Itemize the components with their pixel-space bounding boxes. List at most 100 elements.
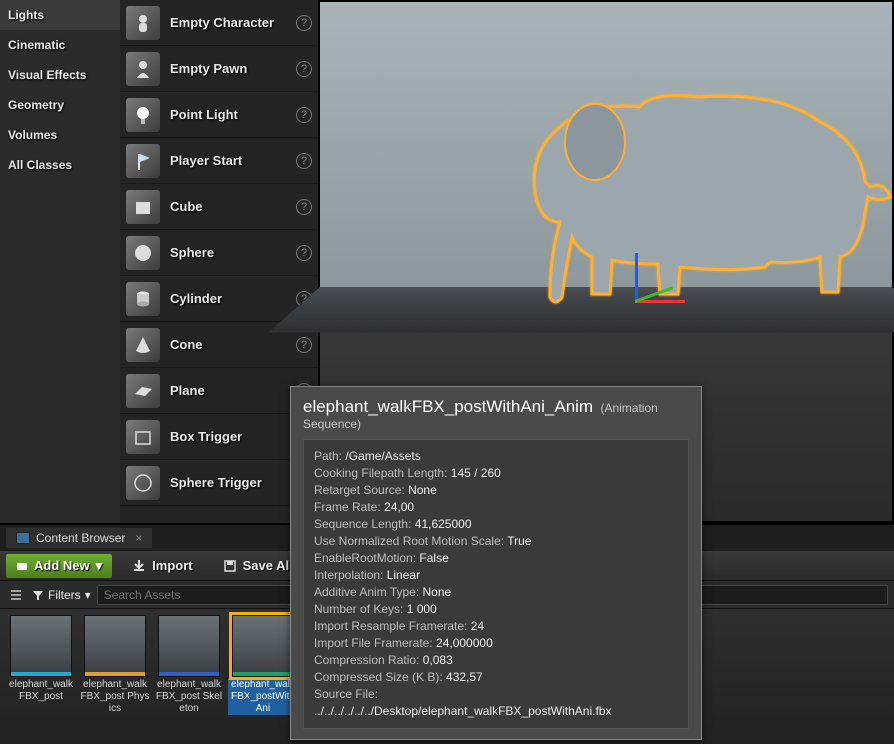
elephant-mesh[interactable] <box>500 72 894 312</box>
actor-plane[interactable]: Plane? <box>120 368 318 414</box>
tooltip-row-label: Compressed Size (K B): <box>314 670 446 684</box>
tooltip-row: Compression Ratio: 0,083 <box>314 652 678 669</box>
filters-label: Filters <box>48 588 81 602</box>
tooltip-row: Import Resample Framerate: 24 <box>314 618 678 635</box>
content-browser-tab[interactable]: Content Browser × <box>6 528 152 548</box>
category-cinematic[interactable]: Cinematic <box>0 30 120 60</box>
tooltip-title: elephant_walkFBX_postWithAni_Anim <box>303 397 593 416</box>
category-all-classes[interactable]: All Classes <box>0 150 120 180</box>
actor-sphere-trigger[interactable]: Sphere Trigger? <box>120 460 318 506</box>
tooltip-row-label: EnableRootMotion: <box>314 551 419 565</box>
category-geometry[interactable]: Geometry <box>0 90 120 120</box>
help-icon[interactable]: ? <box>296 61 312 77</box>
help-icon[interactable]: ? <box>296 107 312 123</box>
asset-item[interactable]: elephant_walkFBX_post Physics <box>80 615 150 738</box>
actor-sphere[interactable]: Sphere? <box>120 230 318 276</box>
list-icon <box>9 588 23 602</box>
actor-label: Plane <box>170 383 296 398</box>
actor-thumb-icon <box>126 374 160 408</box>
asset-type-stripe <box>11 672 71 676</box>
tooltip-row-label: Retarget Source: <box>314 483 408 497</box>
tooltip-row-value: 1 000 <box>407 602 437 616</box>
help-icon[interactable]: ? <box>296 15 312 31</box>
import-icon <box>132 559 146 573</box>
actor-thumb-icon <box>126 236 160 270</box>
content-browser-tab-icon <box>16 532 30 544</box>
actor-label: Cylinder <box>170 291 296 306</box>
import-button[interactable]: Import <box>122 554 202 577</box>
asset-item[interactable]: elephant_walkFBX_post Skeleton <box>154 615 224 738</box>
help-icon[interactable]: ? <box>296 199 312 215</box>
tooltip-row-label: Compression Ratio: <box>314 653 423 667</box>
asset-tooltip: elephant_walkFBX_postWithAni_Anim (Anima… <box>290 386 702 740</box>
tooltip-row-value: Linear <box>387 568 420 582</box>
actor-point-light[interactable]: Point Light? <box>120 92 318 138</box>
tooltip-row-label: Number of Keys: <box>314 602 407 616</box>
help-icon[interactable]: ? <box>296 153 312 169</box>
tooltip-row-label: Additive Anim Type: <box>314 585 423 599</box>
tooltip-row-value: None <box>423 585 452 599</box>
view-options-button[interactable] <box>6 585 26 605</box>
asset-thumbnail <box>158 615 220 677</box>
tooltip-row: Compressed Size (K B): 432,57 <box>314 669 678 686</box>
tooltip-row-label: Sequence Length: <box>314 517 415 531</box>
tooltip-row-label: Use Normalized Root Motion Scale: <box>314 534 507 548</box>
tooltip-row: Cooking Filepath Length: 145 / 260 <box>314 465 678 482</box>
actor-thumb-icon <box>126 6 160 40</box>
gizmo-z-axis[interactable] <box>635 253 638 303</box>
filters-button[interactable]: Filters ▾ <box>32 588 91 602</box>
tooltip-row-label: Cooking Filepath Length: <box>314 466 451 480</box>
help-icon[interactable]: ? <box>296 245 312 261</box>
actor-thumb-icon <box>126 144 160 178</box>
asset-type-stripe <box>85 672 145 676</box>
tooltip-row-label: Source File: <box>314 687 378 701</box>
actor-player-start[interactable]: Player Start? <box>120 138 318 184</box>
tooltip-row-value: 24,000000 <box>436 636 493 650</box>
placeable-actors-panel: Empty Character?Empty Pawn?Point Light?P… <box>120 0 318 523</box>
tooltip-details: Path: /Game/AssetsCooking Filepath Lengt… <box>303 439 689 729</box>
tooltip-row-value: 432,57 <box>446 670 483 684</box>
add-new-button[interactable]: Add New ▾ <box>6 554 112 578</box>
asset-type-stripe <box>159 672 219 676</box>
actor-label: Cone <box>170 337 296 352</box>
actor-box-trigger[interactable]: Box Trigger? <box>120 414 318 460</box>
tooltip-row-label: Interpolation: <box>314 568 387 582</box>
category-visual-effects[interactable]: Visual Effects <box>0 60 120 90</box>
tooltip-row-label: Import Resample Framerate: <box>314 619 471 633</box>
asset-item[interactable]: elephant_walkFBX_postWithAni <box>228 615 298 738</box>
actor-thumb-icon <box>126 466 160 500</box>
chevron-down-icon: ▾ <box>85 588 91 602</box>
content-browser-tab-label: Content Browser <box>36 531 125 545</box>
tooltip-row: Use Normalized Root Motion Scale: True <box>314 533 678 550</box>
tooltip-row-value: /Game/Assets <box>345 449 420 463</box>
actor-label: Cube <box>170 199 296 214</box>
category-volumes[interactable]: Volumes <box>0 120 120 150</box>
asset-thumbnail <box>232 615 294 677</box>
actor-label: Box Trigger <box>170 429 296 444</box>
actor-empty-character[interactable]: Empty Character? <box>120 0 318 46</box>
help-icon[interactable]: ? <box>296 337 312 353</box>
asset-thumbnail <box>84 615 146 677</box>
category-lights[interactable]: Lights <box>0 0 120 30</box>
tooltip-row: Additive Anim Type: None <box>314 584 678 601</box>
actor-label: Player Start <box>170 153 296 168</box>
asset-item[interactable]: elephant_walkFBX_post <box>6 615 76 738</box>
tooltip-row: Path: /Game/Assets <box>314 448 678 465</box>
tooltip-row: Retarget Source: None <box>314 482 678 499</box>
actor-empty-pawn[interactable]: Empty Pawn? <box>120 46 318 92</box>
tooltip-row: Number of Keys: 1 000 <box>314 601 678 618</box>
tooltip-row-value: 24 <box>471 619 484 633</box>
tooltip-row-value: None <box>408 483 437 497</box>
actor-label: Sphere Trigger <box>170 475 296 490</box>
save-icon <box>223 559 237 573</box>
actor-thumb-icon <box>126 328 160 362</box>
chevron-down-icon: ▾ <box>96 558 103 574</box>
tooltip-row-value: 24,00 <box>384 500 414 514</box>
asset-label: elephant_walkFBX_post Physics <box>80 679 150 715</box>
tooltip-row-label: Import File Framerate: <box>314 636 436 650</box>
close-icon[interactable]: × <box>135 531 142 545</box>
actor-label: Point Light <box>170 107 296 122</box>
tooltip-row-value: False <box>419 551 448 565</box>
tooltip-row-label: Frame Rate: <box>314 500 384 514</box>
actor-cube[interactable]: Cube? <box>120 184 318 230</box>
